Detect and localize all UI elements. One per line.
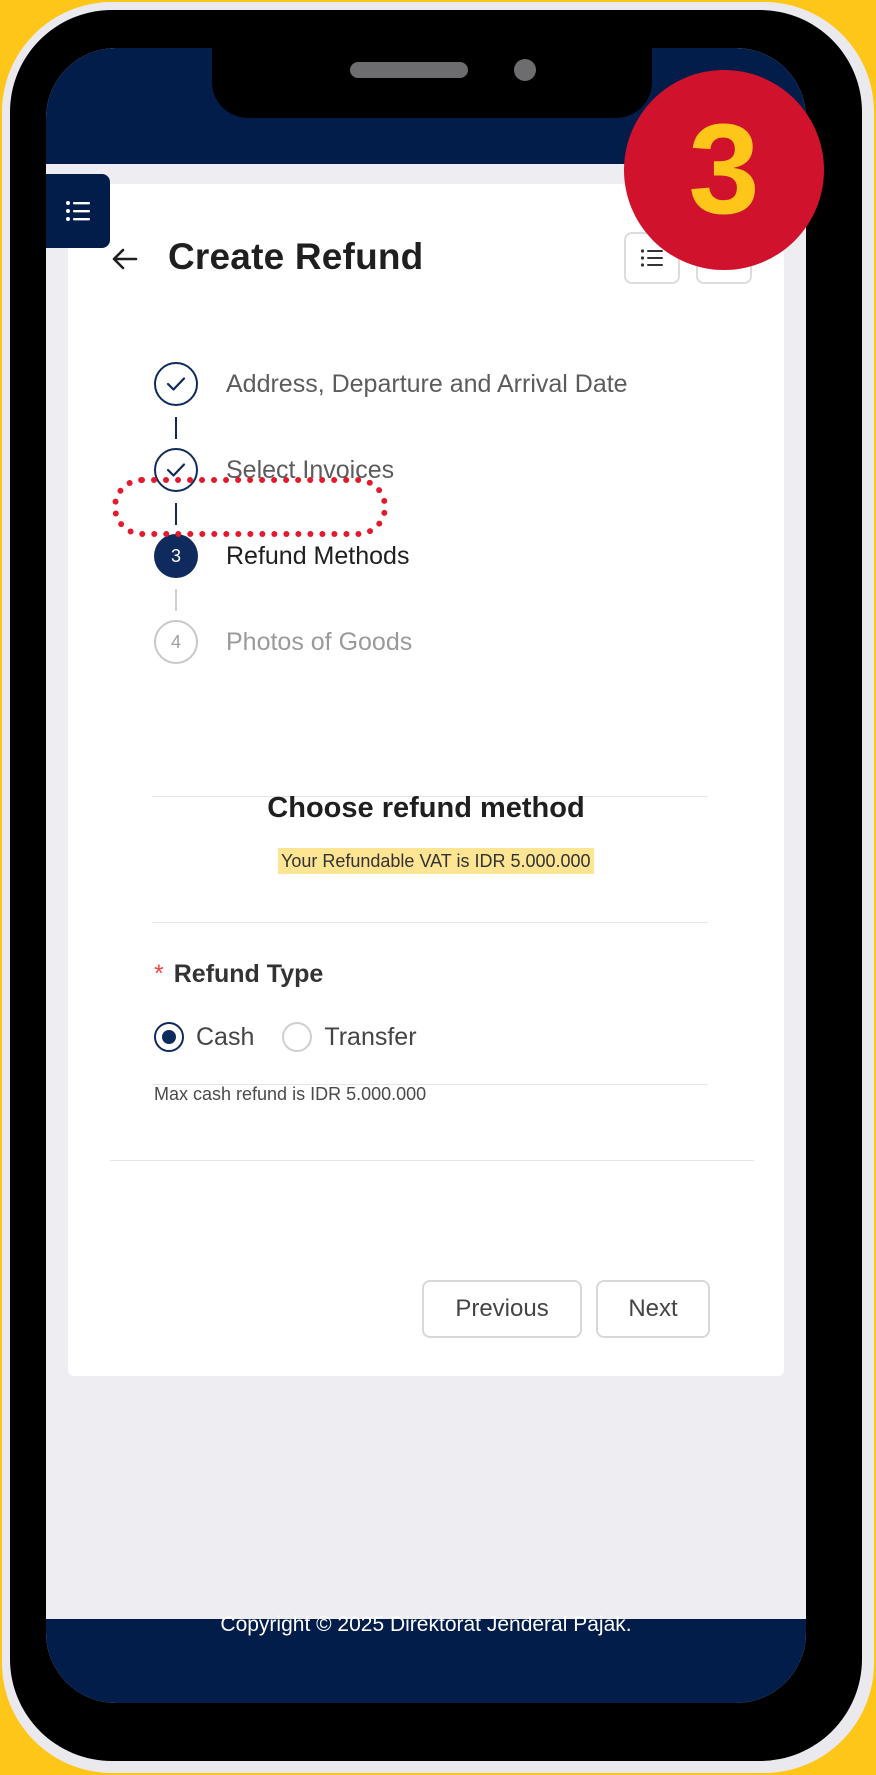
section-divider bbox=[152, 922, 708, 923]
step-label: Address, Departure and Arrival Date bbox=[226, 369, 628, 398]
create-refund-card: Create Refund Address, Departure and Arr… bbox=[68, 184, 784, 1376]
back-arrow-icon[interactable] bbox=[110, 244, 140, 274]
max-cash-help-text: Max cash refund is IDR 5.000.000 bbox=[154, 1084, 427, 1104]
refund-type-text: Refund Type bbox=[173, 960, 324, 988]
front-camera bbox=[514, 59, 536, 81]
refund-type-radio-group: Cash Transfer bbox=[154, 1022, 445, 1052]
refund-type-label: * Refund Type bbox=[154, 960, 323, 989]
speaker-grille bbox=[350, 62, 468, 78]
radio-button-transfer[interactable] bbox=[282, 1022, 313, 1052]
previous-button[interactable]: Previous bbox=[422, 1280, 582, 1338]
tutorial-step-number: 3 bbox=[688, 98, 760, 241]
step-address: Address, Departure and Arrival Date bbox=[154, 362, 628, 406]
step-check-circle bbox=[154, 362, 198, 406]
step-connector bbox=[175, 589, 177, 611]
phone-screen: Create Refund Address, Departure and Arr… bbox=[46, 48, 806, 1703]
step-connector bbox=[175, 417, 177, 439]
step-number-circle: 3 bbox=[154, 534, 198, 578]
radio-option-transfer[interactable]: Transfer bbox=[282, 1022, 417, 1052]
list-icon bbox=[640, 249, 663, 267]
radio-label-transfer: Transfer bbox=[324, 1022, 417, 1051]
required-marker: * bbox=[154, 960, 164, 988]
next-button[interactable]: Next bbox=[596, 1280, 710, 1338]
step-check-circle bbox=[154, 448, 198, 492]
section-title: Choose refund method bbox=[267, 792, 585, 824]
step-select-invoices: Select Invoices bbox=[154, 448, 394, 492]
radio-button-cash[interactable] bbox=[154, 1022, 184, 1052]
refundable-vat-note: Your Refundable VAT is IDR 5.000.000 bbox=[278, 848, 594, 874]
step-label: Select Invoices bbox=[226, 455, 395, 484]
step-connector bbox=[175, 503, 177, 525]
list-icon bbox=[66, 201, 90, 221]
step-photos-of-goods: 4 Photos of Goods bbox=[154, 620, 412, 664]
step-number-circle: 4 bbox=[154, 620, 198, 664]
step-refund-methods: 3 Refund Methods bbox=[154, 534, 409, 578]
tutorial-step-badge: 3 bbox=[624, 70, 824, 270]
step-label: Refund Methods bbox=[226, 541, 410, 570]
copyright-text: Copyright © 2025 Direktorat Jenderal Paj… bbox=[220, 1613, 632, 1636]
check-icon bbox=[166, 377, 186, 391]
page-title: Create Refund bbox=[168, 236, 424, 277]
step-label: Photos of Goods bbox=[226, 627, 413, 656]
check-icon bbox=[166, 463, 186, 477]
radio-label-cash: Cash bbox=[196, 1022, 255, 1051]
sidebar-toggle-button[interactable] bbox=[46, 174, 110, 248]
footer-divider bbox=[110, 1160, 754, 1161]
section-divider bbox=[152, 1084, 708, 1085]
phone-notch bbox=[212, 48, 652, 118]
radio-option-cash[interactable]: Cash bbox=[154, 1022, 254, 1052]
